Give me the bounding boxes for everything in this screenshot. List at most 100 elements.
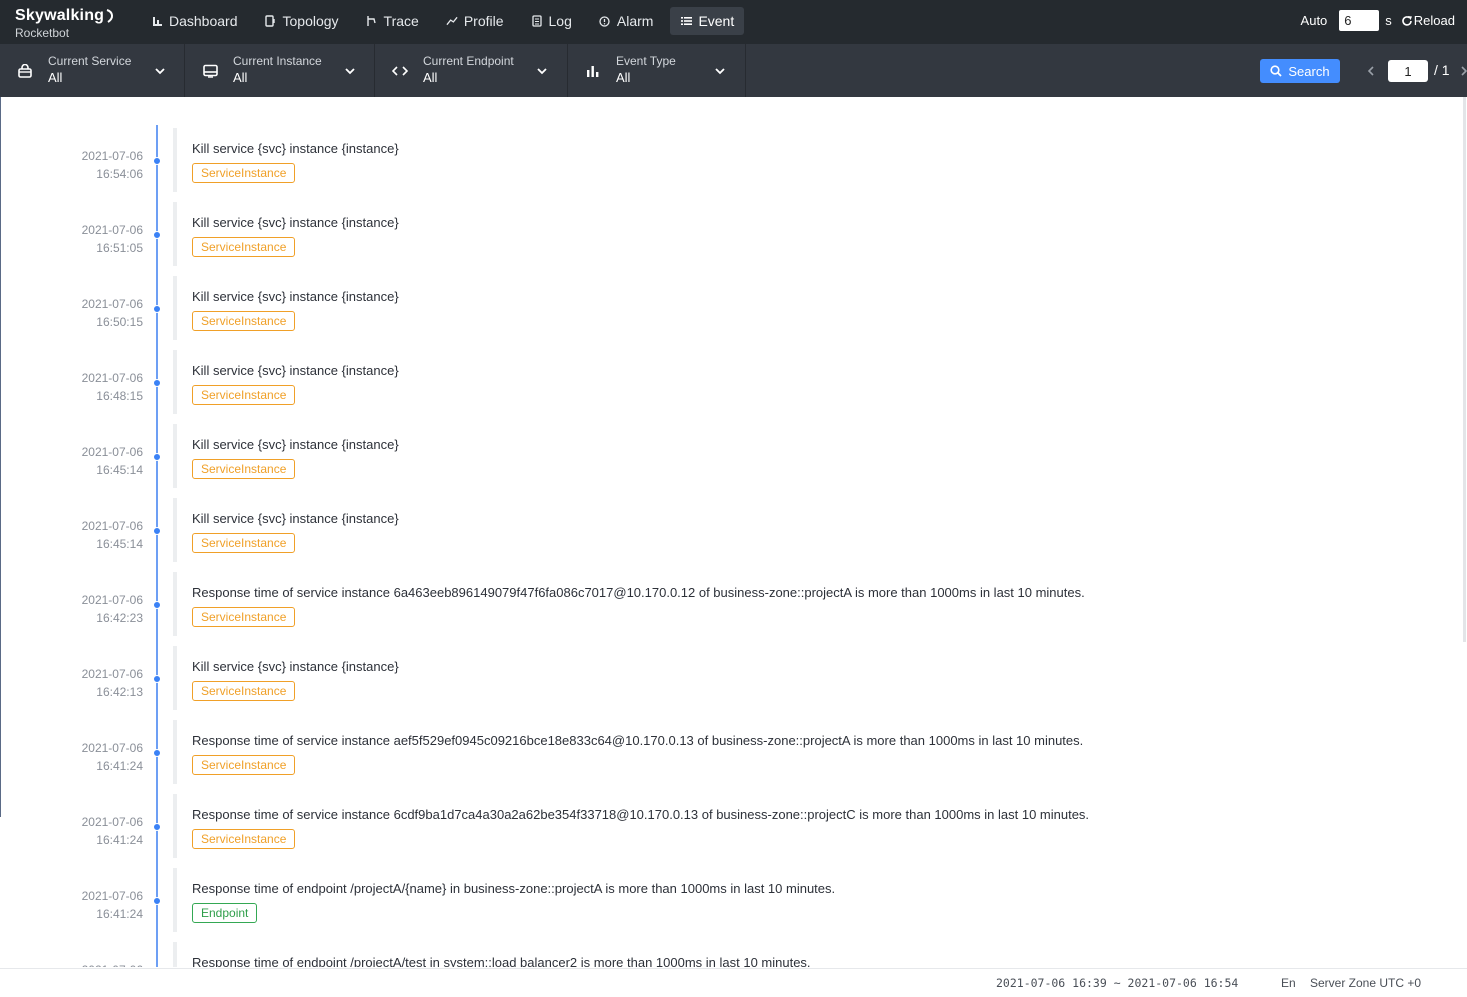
nav-item-profile[interactable]: Profile <box>436 7 514 35</box>
event-card[interactable]: Response time of endpoint /projectA/test… <box>173 942 1463 967</box>
timeline-dot <box>153 823 161 831</box>
event-card[interactable]: Kill service {svc} instance {instance} Se… <box>173 202 1463 266</box>
auto-unit: s <box>1385 13 1392 28</box>
event-item: 2021-07-06 16:51:05 Kill service {svc} ins… <box>0 201 1463 266</box>
timeline-dot <box>153 601 161 609</box>
event-card[interactable]: Response time of endpoint /projectA/{nam… <box>173 868 1463 932</box>
main-nav: Dashboard Topology Trace Profile Log Ala… <box>141 7 751 35</box>
event-message: Kill service {svc} instance {instance} <box>192 511 399 526</box>
service-icon <box>17 63 33 79</box>
nav-item-dashboard[interactable]: Dashboard <box>141 7 248 35</box>
reload-icon <box>1402 15 1412 26</box>
vertical-scrollbar[interactable] <box>1463 97 1466 642</box>
instance-selector[interactable]: Current Instance All <box>185 44 375 97</box>
event-item: 2021-07-06 16:54:06 Kill service {svc} ins… <box>0 127 1463 192</box>
endpoint-code-icon <box>392 63 408 79</box>
event-type-tag[interactable]: ServiceInstance <box>192 607 296 627</box>
event-item: 2021-07-06 16:45:14 Kill service {svc} ins… <box>0 497 1463 562</box>
event-item: 2021-07-06 16:48:15 Kill service {svc} ins… <box>0 349 1463 414</box>
event-type-tag[interactable]: ServiceInstance <box>192 163 296 183</box>
endpoint-selector[interactable]: Current Endpoint All <box>375 44 568 97</box>
event-card[interactable]: Kill service {svc} instance {instance} Se… <box>173 276 1463 340</box>
event-date: 2021-07-06 <box>81 223 143 237</box>
event-card[interactable]: Response time of service instance aef5f5… <box>173 720 1463 784</box>
event-time: 16:42:23 <box>96 611 143 625</box>
event-type-tag[interactable]: ServiceInstance <box>192 311 296 331</box>
topology-icon <box>265 15 277 27</box>
event-date: 2021-07-06 <box>81 667 143 681</box>
chevron-down-icon <box>155 68 165 75</box>
event-type-tag[interactable]: ServiceInstance <box>192 459 296 479</box>
event-message: Kill service {svc} instance {instance} <box>192 141 399 156</box>
brand-logo[interactable]: Skywalking Rocketbot <box>15 7 115 40</box>
service-selector[interactable]: Current Service All <box>0 44 185 97</box>
event-message: Response time of service instance 6a463e… <box>192 585 1085 600</box>
event-timestamp: 2021-07-06 16:45:14 <box>82 443 143 479</box>
nav-item-event[interactable]: Event <box>670 7 745 35</box>
time-range[interactable]: 2021-07-06 16:39 ~ 2021-07-06 16:54 <box>996 976 1238 990</box>
event-time: 16:54:06 <box>96 167 143 181</box>
event-card[interactable]: Kill service {svc} instance {instance} Se… <box>173 424 1463 488</box>
event-card[interactable]: Kill service {svc} instance {instance} Se… <box>173 498 1463 562</box>
event-type-selector[interactable]: Event Type All <box>568 44 746 97</box>
event-time: 16:45:14 <box>96 537 143 551</box>
event-message: Kill service {svc} instance {instance} <box>192 659 399 674</box>
event-date: 2021-07-06 <box>81 519 143 533</box>
timeline-dot <box>153 305 161 313</box>
auto-label[interactable]: Auto <box>1301 13 1328 28</box>
event-card[interactable]: Response time of service instance 6cdf9b… <box>173 794 1463 858</box>
event-timestamp: 2021-07-06 16:42:13 <box>82 665 143 701</box>
event-date: 2021-07-06 <box>81 889 143 903</box>
event-card[interactable]: Kill service {svc} instance {instance} Se… <box>173 646 1463 710</box>
log-icon <box>531 15 543 27</box>
timeline-dot <box>153 675 161 683</box>
event-type-tag[interactable]: Endpoint <box>192 903 258 923</box>
event-date: 2021-07-06 <box>81 445 143 459</box>
search-button[interactable]: Search <box>1260 59 1340 83</box>
event-timestamp: 2021-07-06 16:51:05 <box>82 221 143 257</box>
event-item: 2021-07-06 16:41:24 Response time of endpo… <box>0 867 1463 932</box>
profile-icon <box>446 15 458 27</box>
bar-chart-icon <box>585 63 601 79</box>
search-label: Search <box>1288 63 1330 79</box>
event-time: 16:41:24 <box>96 759 143 773</box>
filter-label: Current Service <box>48 54 132 68</box>
brand-subtitle: Rocketbot <box>15 26 70 40</box>
event-time: 16:51:05 <box>96 241 143 255</box>
left-edge-border <box>0 97 1 817</box>
event-message: Response time of service instance aef5f5… <box>192 733 1084 748</box>
event-time: 16:42:13 <box>96 685 143 699</box>
timeline-dot <box>153 157 161 165</box>
dashboard-icon <box>151 15 163 27</box>
event-type-tag[interactable]: ServiceInstance <box>192 755 296 775</box>
event-card[interactable]: Response time of service instance 6a463e… <box>173 572 1463 636</box>
page-total: / 1 <box>1434 62 1450 78</box>
reload-button[interactable]: Reload <box>1401 13 1455 28</box>
event-message: Response time of endpoint /projectA/{nam… <box>192 881 836 896</box>
event-message: Response time of endpoint /projectA/test… <box>192 955 811 967</box>
instance-icon <box>202 63 218 79</box>
chevron-left-icon[interactable] <box>1366 64 1376 78</box>
event-type-tag[interactable]: ServiceInstance <box>192 533 296 553</box>
logo-swoosh-icon <box>106 9 114 23</box>
event-timestamp: 2021-07-06 16:41:24 <box>82 813 143 849</box>
nav-item-topology[interactable]: Topology <box>255 7 349 35</box>
event-type-tag[interactable]: ServiceInstance <box>192 681 296 701</box>
chevron-right-icon[interactable] <box>1460 64 1467 78</box>
filter-label: Current Endpoint <box>423 54 514 68</box>
event-type-tag[interactable]: ServiceInstance <box>192 385 296 405</box>
event-message: Kill service {svc} instance {instance} <box>192 289 399 304</box>
event-type-tag[interactable]: ServiceInstance <box>192 829 296 849</box>
server-zone: Server Zone UTC +0 <box>1310 976 1422 990</box>
auto-interval-input[interactable] <box>1339 10 1380 31</box>
filter-label: Current Instance <box>233 54 322 68</box>
nav-item-alarm[interactable]: Alarm <box>589 7 664 35</box>
event-type-tag[interactable]: ServiceInstance <box>192 237 296 257</box>
page-number-input[interactable] <box>1388 60 1428 82</box>
language-switch[interactable]: En <box>1281 976 1296 990</box>
filter-label: Event Type <box>616 54 676 68</box>
event-card[interactable]: Kill service {svc} instance {instance} Se… <box>173 128 1463 192</box>
event-card[interactable]: Kill service {svc} instance {instance} Se… <box>173 350 1463 414</box>
nav-item-trace[interactable]: Trace <box>356 7 429 35</box>
nav-item-log[interactable]: Log <box>521 7 582 35</box>
